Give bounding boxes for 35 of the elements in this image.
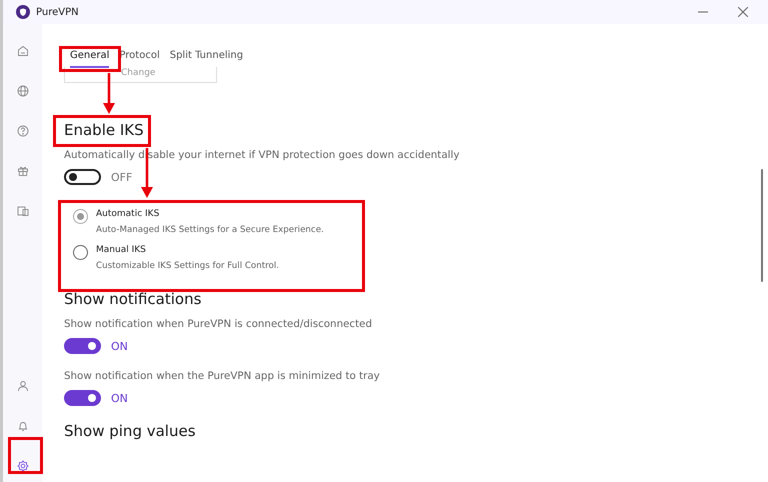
setting-description: Show notification when the PureVPN app is minimized to tray (64, 370, 381, 382)
shield-logo-icon (16, 5, 30, 19)
window-title: PureVPN (36, 6, 79, 18)
toggle-label: ON (111, 392, 128, 404)
highlight-frame (8, 437, 43, 474)
help-icon[interactable] (16, 125, 28, 137)
radio-button[interactable] (73, 209, 88, 224)
section-heading: Enable IKS (64, 121, 145, 139)
section-heading: Show notifications (64, 290, 202, 308)
tab[interactable]: Split Tunneling (170, 47, 244, 66)
radio-label: Automatic IKS (96, 209, 160, 219)
arrow (103, 73, 115, 114)
toggle-switch[interactable] (64, 169, 101, 185)
toggle-switch[interactable] (64, 390, 101, 406)
devices-icon[interactable] (16, 205, 28, 217)
toggle-label: ON (111, 340, 128, 352)
setting-description: Show notification when PureVPN is connected/disconnected (64, 318, 374, 330)
user-icon[interactable] (16, 380, 28, 392)
tab[interactable]: Protocol (119, 47, 160, 66)
toggle-switch[interactable] (64, 338, 101, 354)
section-heading: Show ping values (64, 422, 197, 440)
gift-icon[interactable] (16, 165, 28, 177)
settings-icon[interactable] (16, 460, 28, 472)
tab[interactable]: General (70, 47, 110, 68)
radio-description: Auto-Managed IKS Settings for a Secure Experience. (96, 225, 324, 235)
highlight-frame (59, 46, 121, 72)
home-icon[interactable] (16, 45, 28, 57)
scrollbar-thumb[interactable] (761, 169, 763, 282)
radio-label: Manual IKS (96, 245, 146, 255)
radio-description: Customizable IKS Settings for Full Control. (96, 261, 280, 271)
radio-button[interactable] (73, 245, 88, 260)
globe-icon[interactable] (16, 85, 28, 97)
close-icon[interactable] (738, 7, 748, 17)
bell-icon[interactable] (16, 420, 28, 432)
toggle-label: OFF (111, 170, 132, 184)
